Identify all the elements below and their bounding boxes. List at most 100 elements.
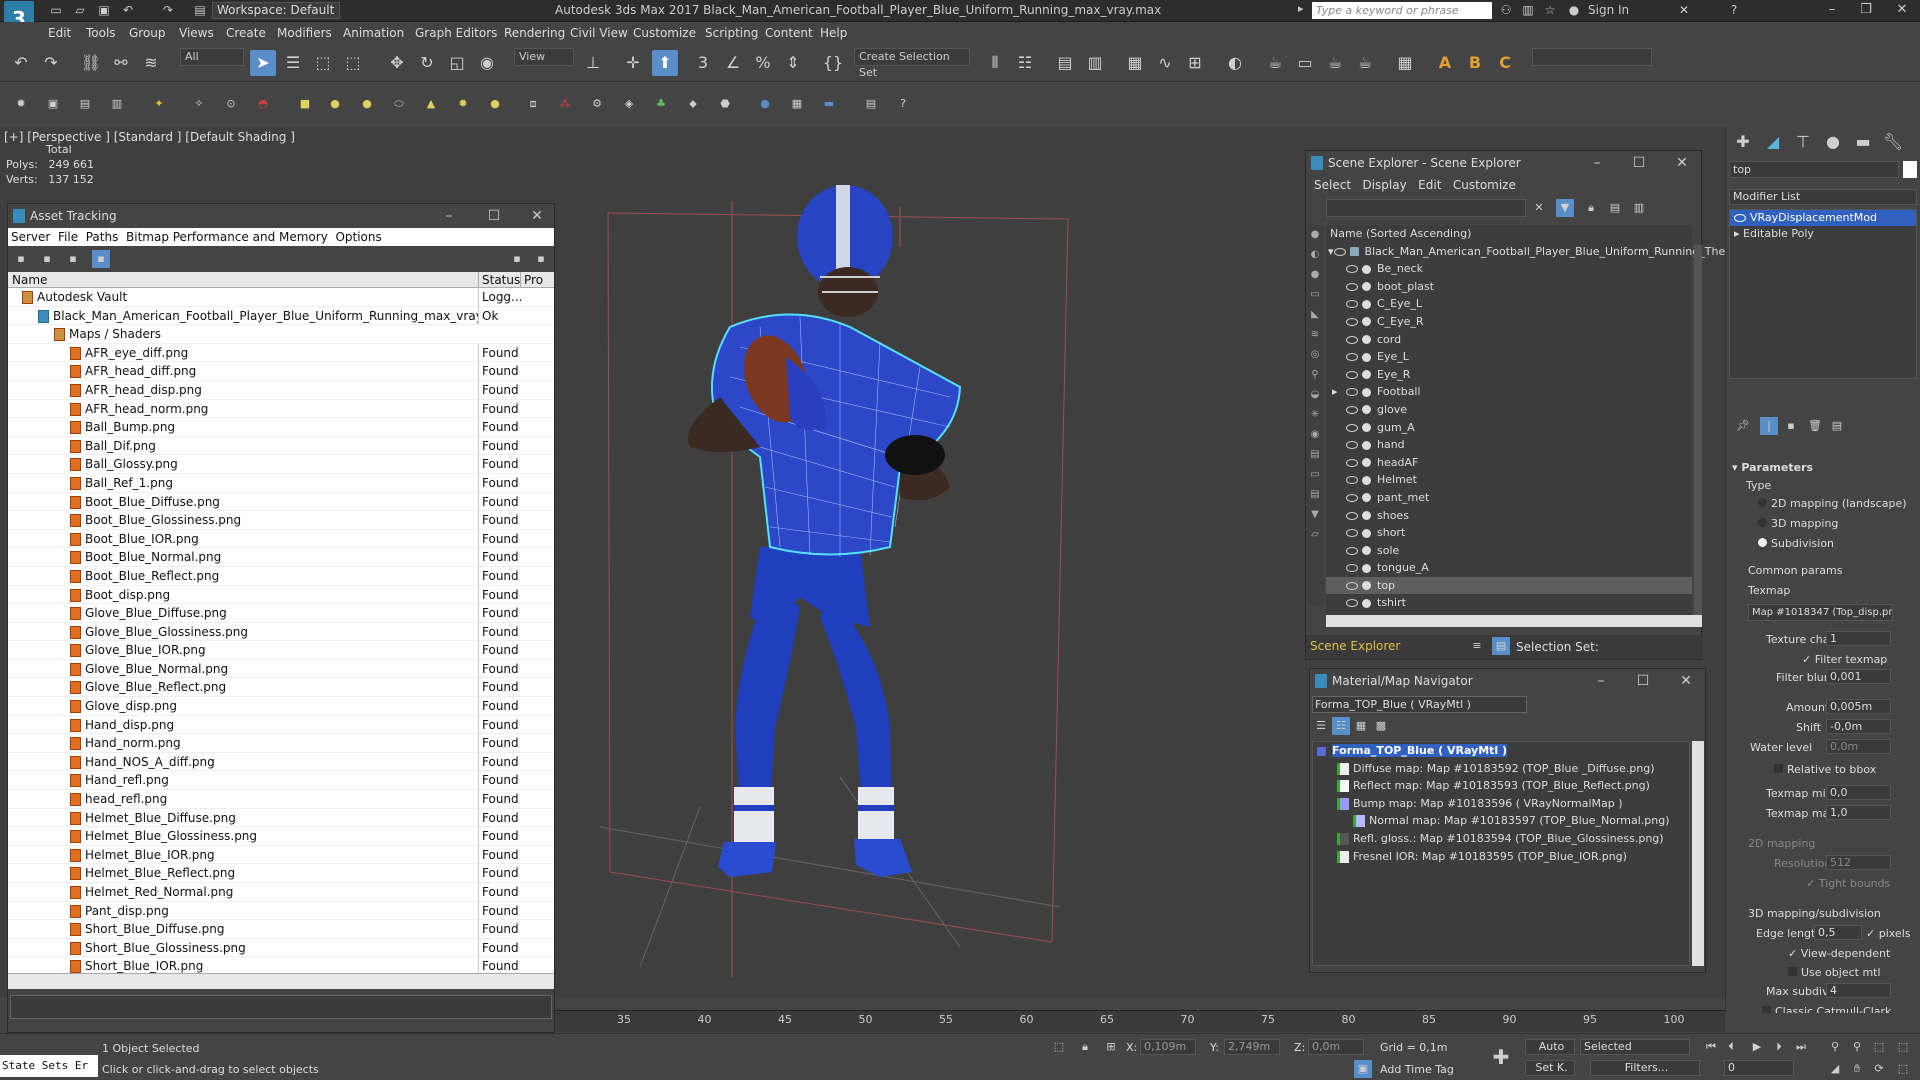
- menu-display[interactable]: Display: [1362, 178, 1406, 192]
- type-2d-mapping-radio[interactable]: 2D mapping (landscape): [1758, 497, 1907, 510]
- vray-sphere-icon[interactable]: ●: [326, 95, 344, 113]
- toolbar-empty-dropdown[interactable]: [1532, 48, 1652, 66]
- max-subdivs-spinner[interactable]: 4: [1826, 983, 1891, 998]
- absolute-mode-icon[interactable]: ⊞: [1102, 1038, 1120, 1056]
- use-object-mtl-checkbox[interactable]: Use object mtl: [1788, 966, 1881, 979]
- menu-create[interactable]: Create: [226, 26, 266, 40]
- render-setup-icon[interactable]: ☕: [1262, 50, 1288, 76]
- shift-spinner[interactable]: -0,0m: [1826, 719, 1891, 734]
- table-row[interactable]: Hand_refl.png Found: [8, 771, 554, 791]
- table-row[interactable]: Hand_disp.png Found: [8, 715, 554, 735]
- vray-scatter-icon[interactable]: ⁂: [556, 95, 574, 113]
- vray-physical-camera-icon[interactable]: ⚙: [588, 95, 606, 113]
- material-editor-icon[interactable]: ◐: [1222, 50, 1248, 76]
- place-icon[interactable]: ◉: [474, 50, 500, 76]
- minimize-button[interactable]: –: [1580, 669, 1622, 693]
- menu-edit[interactable]: Edit: [48, 26, 71, 40]
- layer-icon[interactable]: ▥: [1630, 199, 1648, 217]
- mirror-icon[interactable]: ⫴: [982, 50, 1008, 76]
- table-row[interactable]: Glove_Blue_IOR.png Found: [8, 641, 554, 660]
- filter-icon[interactable]: ▼: [1556, 199, 1574, 217]
- modifier-list-dropdown[interactable]: Modifier List: [1729, 189, 1917, 205]
- vray-plugin-icon[interactable]: ♣: [652, 95, 670, 113]
- show-end-result-icon[interactable]: |: [1760, 417, 1778, 435]
- selection-lock-icon[interactable]: 🔒︎: [1076, 1038, 1094, 1056]
- modify-tab-icon[interactable]: ◢: [1760, 129, 1786, 155]
- pixels-checkbox[interactable]: ✓ pixels: [1866, 927, 1910, 940]
- pin-stack-icon[interactable]: 📌︎: [1734, 417, 1752, 435]
- stack-item-editable-poly[interactable]: ▸ Editable Poly: [1730, 226, 1916, 242]
- utilities-tab-icon[interactable]: 🔧︎: [1880, 129, 1906, 155]
- vray-ies-icon[interactable]: ⊙: [222, 95, 240, 113]
- filter-blur-spinner[interactable]: 0,001: [1826, 669, 1891, 684]
- menu-help[interactable]: Help: [820, 26, 847, 40]
- visibility-eye-icon[interactable]: [1346, 476, 1358, 485]
- menu-views[interactable]: Views: [179, 26, 214, 40]
- toggle-scene-explorer-icon[interactable]: ▤: [1052, 50, 1078, 76]
- scene-object-row[interactable]: hand: [1326, 436, 1692, 454]
- vray-fur-icon[interactable]: ⬭: [390, 95, 408, 113]
- lock-icon[interactable]: 🔒︎: [1582, 199, 1600, 217]
- table-row[interactable]: Glove_Blue_Reflect.png Found: [8, 678, 554, 698]
- menu-edit[interactable]: Edit: [1418, 178, 1441, 192]
- align-icon[interactable]: ☷: [1012, 50, 1038, 76]
- vray-frame-buffer-icon[interactable]: ▦: [1392, 50, 1418, 76]
- col-status-header[interactable]: Status: [478, 272, 520, 288]
- scene-object-row[interactable]: ▸ Football: [1326, 383, 1692, 401]
- edit-named-selection-icon[interactable]: {}: [820, 50, 846, 76]
- texture-chan-spinner[interactable]: 1: [1826, 631, 1891, 646]
- y-coord-field[interactable]: 2,749m: [1224, 1039, 1280, 1055]
- view-dependent-checkbox[interactable]: ✓ View-dependent: [1788, 947, 1890, 960]
- redo-icon[interactable]: ↷: [160, 2, 176, 18]
- go-to-start-icon[interactable]: ⏮: [1702, 1038, 1720, 1056]
- user-icon[interactable]: ●: [1566, 2, 1582, 18]
- orbit-icon[interactable]: ⟳: [1870, 1060, 1888, 1078]
- vray-sun-icon[interactable]: ✧: [190, 95, 208, 113]
- tree-column-header[interactable]: Name (Sorted Ascending): [1326, 225, 1692, 243]
- table-row[interactable]: Short_Blue_Diffuse.png Found: [8, 920, 554, 939]
- key-filter-dropdown[interactable]: Selected: [1580, 1039, 1690, 1055]
- timeline[interactable]: 35 40 45 50 55 60 65 70 75 80 85 90 95 100: [555, 1010, 1725, 1032]
- remove-modifier-icon[interactable]: 🗑︎: [1806, 417, 1824, 435]
- scene-object-row[interactable]: Be_neck: [1326, 260, 1692, 278]
- table-row[interactable]: Glove_Blue_Glossiness.png Found: [8, 622, 554, 642]
- select-object-icon[interactable]: ➤: [250, 50, 276, 76]
- table-row[interactable]: Helmet_Blue_Glossiness.png Found: [8, 827, 554, 846]
- table-row[interactable]: Helmet_Blue_IOR.png Found: [8, 845, 554, 865]
- col-pro-header[interactable]: Pro: [520, 272, 543, 288]
- window-crossing-icon[interactable]: ⬚: [340, 50, 366, 76]
- schematic-view-icon[interactable]: ⊞: [1182, 50, 1208, 76]
- scene-object-row[interactable]: pant_met: [1326, 489, 1692, 507]
- field-of-view-icon[interactable]: ◢: [1826, 1060, 1844, 1078]
- list-view-icon[interactable]: ☰: [1312, 717, 1330, 735]
- horizontal-scrollbar[interactable]: [1326, 615, 1702, 627]
- table-row[interactable]: Short_Blue_IOR.png Found: [8, 957, 554, 973]
- path-input[interactable]: [10, 995, 552, 1019]
- edge-length-spinner[interactable]: 0,5: [1814, 925, 1862, 940]
- vray-fb-icon[interactable]: ▣: [44, 95, 62, 113]
- refresh-icon[interactable]: ▪: [92, 250, 110, 268]
- menu-scripting[interactable]: Scripting: [705, 26, 758, 40]
- object-color-swatch[interactable]: [1903, 161, 1917, 178]
- visibility-eye-icon[interactable]: [1346, 511, 1358, 520]
- redo-icon[interactable]: ↷: [38, 50, 64, 76]
- filter-texmap-checkbox[interactable]: ✓ Filter texmap: [1802, 653, 1887, 666]
- table-row[interactable]: head_refl.png Found: [8, 790, 554, 809]
- key-filters-button[interactable]: Filters...: [1590, 1060, 1700, 1076]
- vray-dome-icon[interactable]: ◓: [254, 95, 272, 113]
- table-row[interactable]: Ball_Bump.png Found: [8, 418, 554, 437]
- text-a-icon[interactable]: A: [1432, 50, 1458, 76]
- new-file-icon[interactable]: ▭: [48, 2, 64, 18]
- table-row[interactable]: Glove_Blue_Diffuse.png Found: [8, 604, 554, 623]
- classic-catmull-clark-checkbox[interactable]: Classic Catmull-Clark: [1762, 1005, 1891, 1013]
- table-row[interactable]: Hand_norm.png Found: [8, 734, 554, 753]
- scene-object-row[interactable]: C_Eye_R: [1326, 313, 1692, 331]
- tight-bounds-checkbox[interactable]: ✓ Tight bounds: [1806, 877, 1890, 890]
- menu-rendering[interactable]: Rendering: [504, 26, 565, 40]
- material-map-row[interactable]: Reflect map: Map #10183593 (TOP_Blue_Ref…: [1313, 777, 1689, 795]
- hierarchy-icon[interactable]: ▤: [1606, 199, 1624, 217]
- table-row[interactable]: AFR_head_diff.png Found: [8, 362, 554, 381]
- isolate-selection-icon[interactable]: ⬚: [1050, 1038, 1068, 1056]
- keyboard-shortcut-override-icon[interactable]: ⬆: [652, 50, 678, 76]
- vray-decal-icon[interactable]: ⬥: [684, 95, 702, 113]
